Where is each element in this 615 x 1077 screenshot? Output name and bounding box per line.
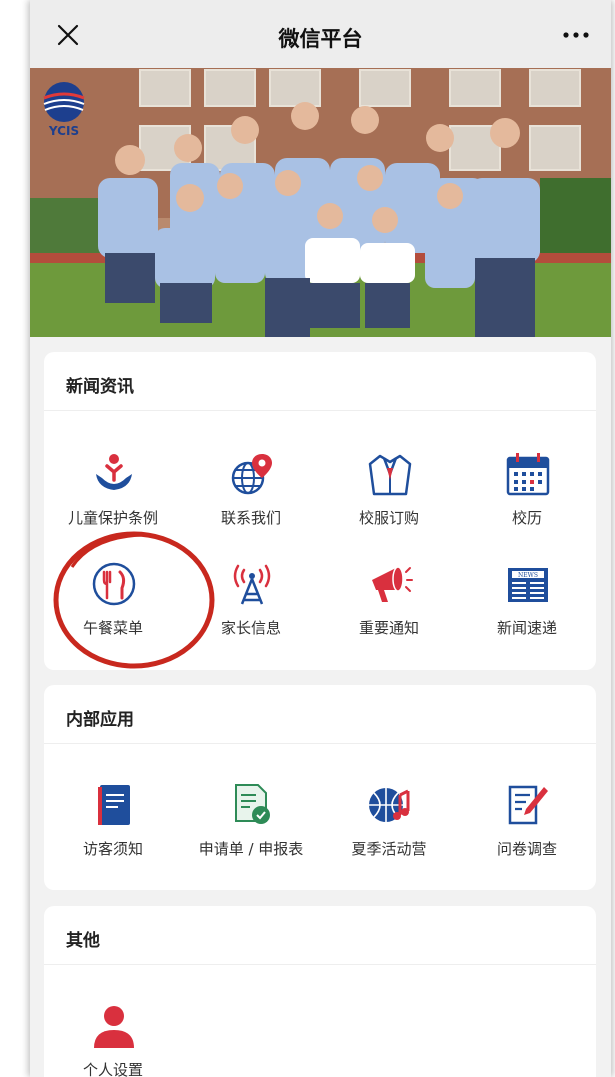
calendar-icon [506, 453, 550, 496]
uniform-icon [368, 454, 412, 496]
school-banner-image: YCIS [30, 68, 611, 337]
menu-item-visitor-notice[interactable]: 访客须知 [44, 781, 182, 871]
phone-screen: 微信平台 YCIS 新闻资讯 儿童保护条例 联系我们 校服订购 校历 午餐菜单 … [30, 0, 611, 1077]
school-logo: YCIS [40, 80, 88, 144]
fork-knife-icon [92, 562, 136, 606]
navigation-bar: 微信平台 [30, 0, 611, 68]
menu-item-child-protection[interactable]: 儿童保护条例 [44, 450, 182, 540]
page-title: 微信平台 [278, 27, 363, 51]
menu-item-label: 午餐菜单 [82, 619, 143, 637]
survey-pen-icon [508, 785, 548, 825]
menu-item-important-notice[interactable]: 重要通知 [320, 560, 458, 650]
book-icon [98, 785, 130, 825]
news-section-card: 新闻资讯 儿童保护条例 联系我们 校服订购 校历 午餐菜单 家长信息 重要通知 … [44, 352, 596, 670]
menu-item-personal-settings[interactable]: 个人设置 [44, 1002, 182, 1077]
menu-item-survey[interactable]: 问卷调查 [458, 781, 596, 871]
menu-item-label: 校服订购 [358, 509, 419, 527]
menu-item-label: 夏季活动营 [351, 840, 427, 858]
menu-item-label: 联系我们 [220, 509, 281, 527]
menu-item-parent-info[interactable]: 家长信息 [182, 560, 320, 650]
menu-item-label: 访客须知 [82, 840, 143, 858]
globe-location-icon [231, 454, 272, 495]
internal-apps-section-header: 内部应用 [44, 685, 596, 744]
internal-apps-section-card: 内部应用 访客须知 申请单 / 申报表 夏季活动营 问卷调查 [44, 685, 596, 890]
menu-item-label: 问卷调查 [496, 840, 557, 858]
user-icon [94, 1006, 134, 1048]
menu-item-uniform-order[interactable]: 校服订购 [320, 450, 458, 540]
svg-text:NEWS: NEWS [518, 572, 538, 579]
menu-item-label: 重要通知 [358, 619, 419, 637]
other-section-title: 其他 [66, 931, 100, 951]
form-document-icon [235, 784, 270, 824]
menu-item-label: 校历 [511, 509, 542, 527]
menu-item-summer-camp[interactable]: 夏季活动营 [320, 781, 458, 871]
internal-apps-section-title: 内部应用 [66, 710, 134, 730]
other-section-header: 其他 [44, 906, 596, 965]
menu-item-lunch-menu[interactable]: 午餐菜单 [44, 560, 182, 650]
menu-item-contact-us[interactable]: 联系我们 [182, 450, 320, 540]
other-section-card: 其他 个人设置 [44, 906, 596, 1077]
menu-item-news-express[interactable]: NEWS 新闻速递 [458, 560, 596, 650]
menu-item-label: 新闻速递 [496, 619, 557, 637]
broadcast-tower-icon [233, 564, 271, 605]
child-protection-icon [96, 454, 132, 490]
menu-item-label: 申请单 / 申报表 [198, 840, 304, 858]
megaphone-icon [372, 566, 413, 602]
menu-item-application-forms[interactable]: 申请单 / 申报表 [182, 781, 320, 871]
basketball-music-icon [369, 788, 410, 822]
menu-item-label: 儿童保护条例 [67, 509, 158, 527]
menu-item-school-calendar[interactable]: 校历 [458, 450, 596, 540]
menu-item-label: 家长信息 [220, 619, 281, 637]
school-logo-text: YCIS [48, 124, 80, 138]
news-section-title: 新闻资讯 [66, 377, 134, 397]
news-section-header: 新闻资讯 [44, 352, 596, 411]
menu-item-label: 个人设置 [82, 1061, 143, 1077]
newspaper-icon: NEWS [508, 568, 548, 602]
more-icon[interactable] [561, 30, 591, 40]
